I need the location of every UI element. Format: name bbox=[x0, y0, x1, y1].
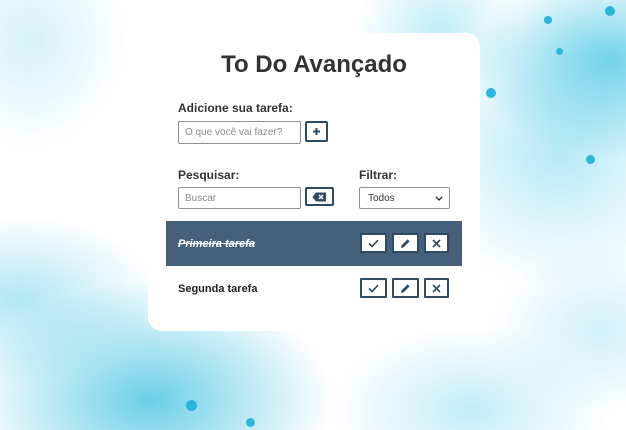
task-item: Primeira tarefa bbox=[166, 221, 462, 266]
check-icon bbox=[368, 284, 379, 293]
filter-label: Filtrar: bbox=[359, 168, 398, 182]
pencil-icon bbox=[400, 238, 411, 249]
remove-task-button[interactable] bbox=[424, 233, 449, 253]
close-icon bbox=[432, 238, 441, 248]
filter-selected-value: Todos bbox=[368, 192, 395, 204]
task-title: Primeira tarefa bbox=[178, 237, 256, 250]
add-task-input[interactable] bbox=[178, 121, 301, 144]
task-item: Segunda tarefa bbox=[148, 266, 480, 311]
edit-task-button[interactable] bbox=[392, 233, 419, 253]
background-dot bbox=[544, 16, 552, 24]
background-dot bbox=[586, 155, 595, 164]
search-label: Pesquisar: bbox=[178, 168, 240, 182]
complete-task-button[interactable] bbox=[360, 233, 387, 253]
plus-icon bbox=[312, 127, 321, 136]
search-input[interactable] bbox=[178, 187, 301, 209]
pencil-icon bbox=[400, 283, 411, 294]
add-task-label: Adicione sua tarefa: bbox=[178, 101, 293, 115]
background-dot bbox=[486, 88, 496, 98]
complete-task-button[interactable] bbox=[360, 278, 387, 298]
task-title: Segunda tarefa bbox=[178, 282, 258, 295]
filter-select[interactable]: Todos bbox=[359, 187, 450, 209]
background-dot bbox=[246, 418, 255, 427]
background-dot bbox=[556, 48, 563, 55]
background-dot bbox=[605, 6, 615, 16]
page-title: To Do Avançado bbox=[221, 51, 407, 78]
close-icon bbox=[432, 283, 441, 293]
backspace-icon bbox=[312, 192, 327, 202]
check-icon bbox=[368, 239, 379, 248]
background-dot bbox=[186, 400, 197, 411]
chevron-down-icon bbox=[435, 195, 443, 201]
edit-task-button[interactable] bbox=[392, 278, 419, 298]
add-task-button[interactable] bbox=[305, 121, 328, 142]
clear-search-button[interactable] bbox=[305, 187, 334, 206]
remove-task-button[interactable] bbox=[424, 278, 449, 298]
